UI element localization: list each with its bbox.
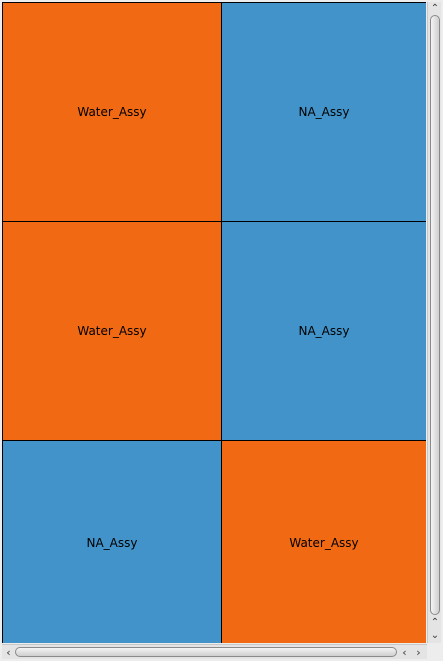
- grid-cell[interactable]: Water_Assy: [2, 221, 222, 441]
- cell-label: NA_Assy: [298, 105, 350, 119]
- cell-label: NA_Assy: [298, 324, 350, 338]
- grid-cell[interactable]: NA_Assy: [221, 221, 426, 441]
- horizontal-scroll-thumb[interactable]: [15, 647, 397, 657]
- cell-label: NA_Assy: [86, 536, 138, 550]
- grid-cell[interactable]: NA_Assy: [2, 440, 222, 643]
- grid-viewport: Water_Assy NA_Assy Water_Assy NA_Assy NA…: [2, 2, 426, 643]
- cell-label: Water_Assy: [77, 105, 147, 119]
- chevron-down-icon[interactable]: ⌄: [428, 629, 442, 642]
- cell-label: Water_Assy: [77, 324, 147, 338]
- chevron-left-icon[interactable]: ‹: [2, 645, 15, 659]
- grid-cell[interactable]: NA_Assy: [221, 2, 426, 222]
- vertical-scrollbar[interactable]: ⌃ ⌄ ⌃ ⌄: [427, 2, 441, 643]
- chevron-up-icon[interactable]: ⌃: [428, 616, 442, 629]
- assembly-grid: Water_Assy NA_Assy Water_Assy NA_Assy NA…: [2, 2, 426, 643]
- grid-cell[interactable]: Water_Assy: [221, 440, 426, 643]
- scrollbar-corner: [427, 644, 443, 661]
- chevron-left-icon[interactable]: ‹: [398, 645, 411, 659]
- assembly-grid-window: Water_Assy NA_Assy Water_Assy NA_Assy NA…: [0, 0, 443, 661]
- cell-label: Water_Assy: [289, 536, 359, 550]
- vertical-scroll-thumb[interactable]: [430, 15, 440, 615]
- chevron-right-icon[interactable]: ›: [412, 645, 425, 659]
- grid-cell[interactable]: Water_Assy: [2, 2, 222, 222]
- horizontal-scrollbar[interactable]: ‹ ‹ ›: [2, 644, 427, 659]
